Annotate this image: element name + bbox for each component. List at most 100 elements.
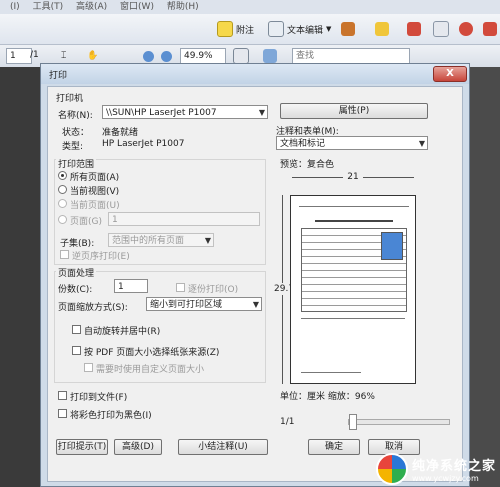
watermark-logo-icon [375, 453, 408, 485]
page-handling-label: 页面处理 [56, 266, 97, 279]
share-button[interactable] [456, 19, 476, 39]
current-page-label: 当前页面(U) [70, 201, 120, 211]
list-icon [433, 21, 449, 37]
main-toolbar: 附注 文本编辑 ▼ [0, 14, 500, 45]
choose-paper-source-checkbox[interactable] [72, 346, 81, 355]
pages-input[interactable]: 1 [108, 212, 260, 226]
more-button[interactable] [480, 19, 500, 39]
pages-label: 页面(G) [70, 217, 102, 227]
print-color-as-black-checkbox[interactable] [58, 409, 67, 418]
print-to-file-checkbox[interactable] [58, 391, 67, 400]
subset-select[interactable]: 范围中的所有页面 ▼ [108, 233, 214, 247]
subset-value: 范围中的所有页面 [112, 236, 185, 246]
collate-label: 逐份打印(O) [188, 285, 239, 295]
stamp-icon [341, 22, 355, 36]
summarize-comments-button[interactable]: 小结注释(U) [178, 439, 268, 455]
right-panel [470, 67, 500, 487]
sign-icon [375, 22, 389, 36]
units-zoom-label: 单位：厘米 缩放：96% [280, 392, 375, 402]
choose-paper-source-label: 按 PDF 页面大小选择纸张来源(Z) [84, 348, 220, 358]
watermark-title: 纯净系统之家 [411, 459, 496, 474]
preview-label: 预览：复合色 [280, 160, 335, 170]
preview-photo [381, 232, 403, 260]
preview-page-slider[interactable] [348, 414, 450, 430]
menu-item-tools[interactable]: 工具(T) [33, 0, 64, 14]
cursor-icon: ⌶ [61, 51, 67, 61]
stamp-button[interactable] [338, 19, 358, 39]
printer-select-value: \\SUN\HP LaserJet P1007 [106, 108, 217, 118]
text-edit-icon [268, 21, 284, 37]
custom-page-size-checkbox[interactable] [84, 363, 93, 372]
collate-checkbox[interactable] [176, 283, 185, 292]
page-scaling-select[interactable]: 缩小到可打印区域 ▼ [146, 297, 262, 311]
advanced-button[interactable]: 高级(D) [114, 439, 162, 455]
properties-button[interactable]: 属性(P) [280, 103, 428, 119]
comments-forms-value: 文档和标记 [280, 139, 326, 149]
auto-rotate-label: 自动旋转并居中(R) [84, 327, 161, 337]
printer-status-value: 准备就绪 [102, 128, 139, 138]
watermark-url: www.ycwjzy.com [411, 474, 479, 483]
copies-value: 1 [118, 282, 124, 292]
sign-button[interactable] [372, 19, 392, 39]
zoom-out-icon [143, 50, 154, 62]
pen-button[interactable] [404, 19, 424, 39]
menu-item-help[interactable]: 帮助(H) [167, 0, 199, 14]
search-input[interactable]: 查找 [292, 48, 410, 64]
all-pages-label: 所有页面(A) [70, 173, 120, 183]
page-number-input[interactable]: 1 [6, 48, 32, 64]
preview-note-line [301, 318, 405, 319]
printer-status-label: 状态： [62, 128, 90, 138]
page-scaling-value: 缩小到可打印区域 [150, 300, 223, 310]
chevron-down-icon: ▼ [252, 300, 259, 309]
page-of-label: 1/1 [280, 417, 295, 427]
comments-forms-select[interactable]: 文档和标记 ▼ [276, 136, 428, 150]
text-edit-button[interactable]: 文本编辑 ▼ [265, 19, 334, 39]
menu-item-1[interactable]: (I) [10, 0, 20, 14]
dialog-titlebar: 打印 X [41, 64, 469, 84]
preview-header-line [299, 206, 409, 207]
annotate-button[interactable]: 附注 [214, 19, 257, 39]
zoom-input[interactable]: 49.9% [180, 48, 226, 64]
chevron-down-icon: ▼ [258, 108, 265, 117]
note-icon [217, 21, 233, 37]
preview-footer-line [301, 372, 361, 373]
reverse-order-checkbox[interactable] [60, 250, 69, 259]
copies-stepper[interactable]: 1 [114, 279, 148, 293]
preview-width-ruler: 21 [292, 172, 414, 182]
page-preview [290, 195, 416, 384]
current-page-radio[interactable] [58, 199, 67, 208]
watermark-text: 纯净系统之家 www.ycwjzy.com [412, 455, 496, 483]
fit-width-icon [263, 49, 277, 63]
page-total: /1 [30, 50, 39, 60]
current-view-radio[interactable] [58, 185, 67, 194]
printer-name-label: 名称(N): [58, 111, 93, 121]
hand-icon: ✋ [87, 51, 99, 61]
printer-type-label: 类型: [62, 142, 84, 152]
fit-page-icon [233, 48, 249, 64]
dialog-title: 打印 [49, 71, 68, 81]
pen-icon [407, 22, 421, 36]
page-scaling-label: 页面缩放方式(S): [58, 303, 128, 313]
menu-item-window[interactable]: 窗口(W) [120, 0, 154, 14]
printer-select[interactable]: \\SUN\HP LaserJet P1007 ▼ [102, 105, 268, 119]
zoom-in-icon [161, 50, 172, 62]
menu-item-advanced[interactable]: 高级(A) [76, 0, 107, 14]
auto-rotate-checkbox[interactable] [72, 325, 81, 334]
ok-button[interactable]: 确定 [308, 439, 360, 455]
all-pages-radio[interactable] [58, 171, 67, 180]
slider-thumb[interactable] [349, 414, 357, 430]
list-button[interactable] [430, 19, 452, 39]
preview-title-line [315, 220, 393, 222]
more-icon [483, 22, 497, 36]
share-icon [459, 22, 473, 36]
print-dialog: 打印 X 打印机 名称(N): \\SUN\HP LaserJet P1007 … [40, 63, 470, 487]
print-tips-button[interactable]: 打印提示(T) [56, 439, 108, 455]
printer-type-value: HP LaserJet P1007 [102, 139, 185, 149]
close-button[interactable]: X [433, 66, 467, 82]
chevron-down-icon: ▼ [204, 236, 211, 245]
pages-radio[interactable] [58, 215, 67, 224]
print-range-label: 打印范围 [56, 157, 97, 170]
watermark: 纯净系统之家 www.ycwjzy.com [375, 453, 496, 485]
annotate-label: 附注 [236, 25, 255, 36]
preview-width-value: 21 [343, 172, 363, 182]
